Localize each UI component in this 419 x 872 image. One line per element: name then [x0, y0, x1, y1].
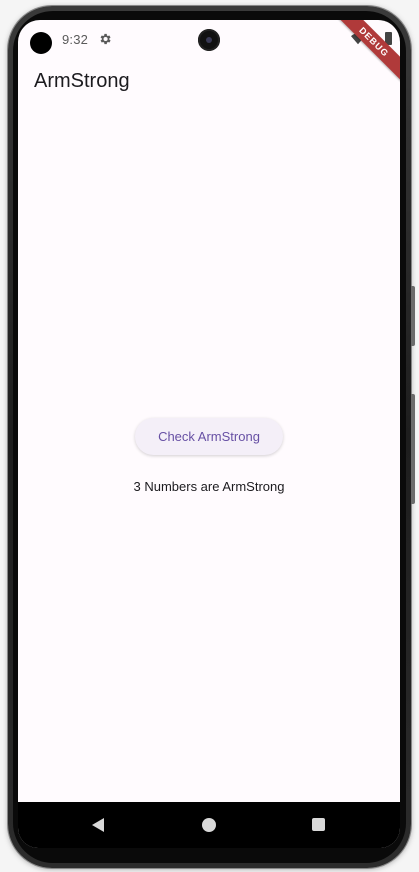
- result-text: 3 Numbers are ArmStrong: [133, 479, 285, 494]
- status-time: 9:32: [62, 32, 89, 47]
- front-camera: [198, 29, 220, 51]
- page-title: ArmStrong: [34, 70, 130, 92]
- app-bar: ArmStrong: [18, 60, 400, 104]
- status-bar: 9:32: [18, 20, 400, 60]
- home-circle-icon[interactable]: [202, 818, 216, 832]
- volume-button: [411, 394, 415, 504]
- main-content: Check ArmStrong 3 Numbers are ArmStrong: [18, 104, 400, 802]
- system-navigation-bar: [18, 802, 400, 848]
- app-screen: 9:32 DEBUG ArmStrong Check ArmStrong 3 N…: [18, 20, 400, 848]
- status-indicator-dot: [30, 32, 52, 54]
- check-armstrong-button[interactable]: Check ArmStrong: [135, 418, 283, 455]
- power-button: [411, 286, 415, 346]
- gear-icon: [100, 33, 111, 45]
- back-triangle-icon[interactable]: [90, 817, 106, 833]
- recents-square-icon[interactable]: [312, 818, 325, 831]
